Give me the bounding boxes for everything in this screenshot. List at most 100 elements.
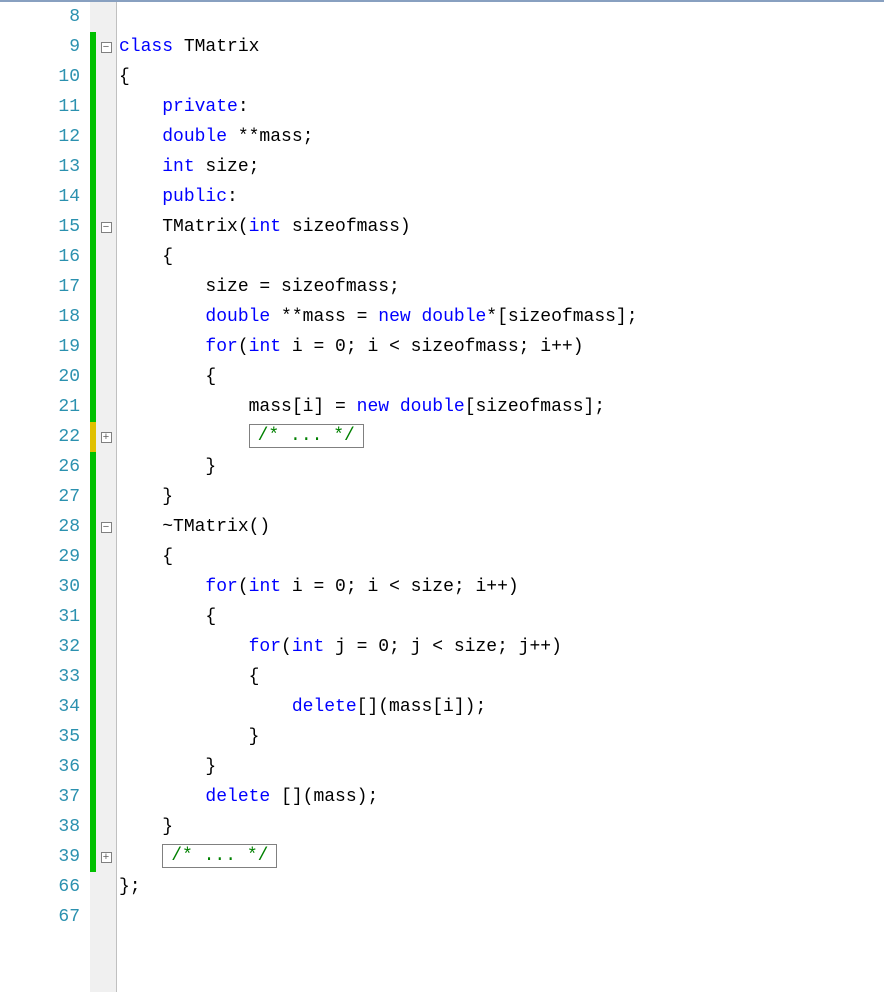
line-number: 32 [0,632,80,662]
fold-cell [96,62,116,92]
line-number: 16 [0,242,80,272]
line-number: 11 [0,92,80,122]
code-line[interactable] [119,902,884,932]
code-line[interactable]: { [119,62,884,92]
fold-cell: − [96,512,116,542]
line-number: 18 [0,302,80,332]
code-line[interactable]: public: [119,182,884,212]
code-line[interactable]: for(int j = 0; j < size; j++) [119,632,884,662]
keyword: delete [205,787,270,807]
keyword: int [249,217,281,237]
line-number: 8 [0,2,80,32]
code-line[interactable]: size = sizeofmass; [119,272,884,302]
code-line[interactable]: ~TMatrix() [119,512,884,542]
code-line[interactable]: TMatrix(int sizeofmass) [119,212,884,242]
code-line[interactable]: double **mass; [119,122,884,152]
keyword: public [162,187,227,207]
fold-column: − − + − + [96,2,116,992]
line-number: 12 [0,122,80,152]
code-line[interactable]: } [119,812,884,842]
collapse-icon[interactable]: − [101,42,112,53]
code-area[interactable]: class TMatrix { private: double **mass; … [117,2,884,992]
line-number: 38 [0,812,80,842]
code-editor: 8 9 10 11 12 13 14 15 16 17 18 19 20 21 … [0,0,884,992]
keyword: for [205,337,237,357]
keyword: int [249,337,281,357]
code-line[interactable]: for(int i = 0; i < sizeofmass; i++) [119,332,884,362]
fold-cell [96,332,116,362]
line-number: 30 [0,572,80,602]
fold-cell [96,482,116,512]
keyword: int [292,637,324,657]
line-number: 22 [0,422,80,452]
code-line[interactable]: private: [119,92,884,122]
fold-cell [96,872,116,902]
code-line[interactable] [119,2,884,32]
line-number: 17 [0,272,80,302]
code-line[interactable]: { [119,662,884,692]
fold-cell [96,452,116,482]
line-number: 29 [0,542,80,572]
gutter: 8 9 10 11 12 13 14 15 16 17 18 19 20 21 … [0,2,117,992]
line-number: 66 [0,872,80,902]
code-line[interactable]: }; [119,872,884,902]
fold-cell [96,362,116,392]
code-line[interactable]: /* ... */ [119,422,884,452]
keyword: new [357,397,389,417]
code-line[interactable]: } [119,752,884,782]
fold-cell [96,302,116,332]
line-number: 19 [0,332,80,362]
line-number: 33 [0,662,80,692]
line-number: 37 [0,782,80,812]
code-line[interactable]: } [119,722,884,752]
keyword: private [162,97,238,117]
code-line[interactable]: int size; [119,152,884,182]
fold-cell [96,692,116,722]
fold-cell: − [96,212,116,242]
fold-cell [96,242,116,272]
line-number: 13 [0,152,80,182]
fold-cell [96,392,116,422]
code-line[interactable]: class TMatrix [119,32,884,62]
code-line[interactable]: /* ... */ [119,842,884,872]
code-line[interactable]: mass[i] = new double[sizeofmass]; [119,392,884,422]
line-number: 20 [0,362,80,392]
collapse-icon[interactable]: − [101,522,112,533]
line-number: 34 [0,692,80,722]
code-line[interactable]: delete[](mass[i]); [119,692,884,722]
line-number: 15 [0,212,80,242]
line-number: 28 [0,512,80,542]
folded-region[interactable]: /* ... */ [162,844,277,868]
fold-cell [96,902,116,932]
line-number: 26 [0,452,80,482]
keyword: int [249,577,281,597]
fold-cell: + [96,422,116,452]
line-number: 31 [0,602,80,632]
code-line[interactable]: delete [](mass); [119,782,884,812]
code-line[interactable]: double **mass = new double*[sizeofmass]; [119,302,884,332]
code-line[interactable]: { [119,242,884,272]
code-line[interactable]: { [119,362,884,392]
code-line[interactable]: { [119,542,884,572]
fold-cell [96,152,116,182]
keyword: double [162,127,227,147]
fold-cell [96,272,116,302]
code-line[interactable]: } [119,452,884,482]
collapse-icon[interactable]: − [101,222,112,233]
fold-cell [96,572,116,602]
expand-icon[interactable]: + [101,852,112,863]
fold-cell [96,542,116,572]
code-line[interactable]: for(int i = 0; i < size; i++) [119,572,884,602]
code-line[interactable]: } [119,482,884,512]
line-number: 14 [0,182,80,212]
expand-icon[interactable]: + [101,432,112,443]
line-number: 10 [0,62,80,92]
code-line[interactable]: { [119,602,884,632]
line-number: 36 [0,752,80,782]
keyword: for [205,577,237,597]
folded-region[interactable]: /* ... */ [249,424,364,448]
keyword: double [421,307,486,327]
fold-cell [96,812,116,842]
keyword: delete [292,697,357,717]
line-number: 39 [0,842,80,872]
